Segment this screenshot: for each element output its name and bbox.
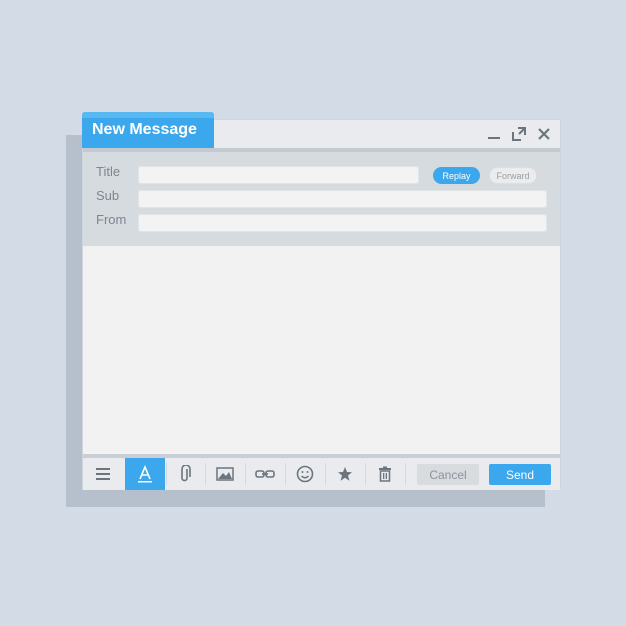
send-button[interactable]: Send [489, 464, 551, 485]
forward-button[interactable]: Forward [489, 167, 537, 184]
link-icon[interactable] [245, 458, 285, 490]
replay-button[interactable]: Replay [433, 167, 480, 184]
trash-icon[interactable] [365, 458, 405, 490]
minimize-icon[interactable] [486, 126, 502, 142]
window-controls [486, 126, 552, 142]
from-field[interactable] [138, 214, 547, 232]
title-label: Title [96, 164, 121, 179]
title-field[interactable] [138, 166, 419, 184]
star-icon[interactable] [325, 458, 365, 490]
cancel-button[interactable]: Cancel [417, 464, 479, 485]
message-body[interactable] [83, 246, 560, 454]
window-title: New Message [92, 121, 197, 138]
attachment-icon[interactable] [165, 458, 205, 490]
new-message-tab[interactable]: New Message [82, 112, 214, 148]
compose-toolbar: Cancel Send [83, 454, 560, 490]
maximize-icon[interactable] [511, 126, 527, 142]
title-bar: New Message [82, 112, 560, 148]
menu-icon[interactable] [83, 458, 123, 490]
close-icon[interactable] [536, 126, 552, 142]
tab-highlight [82, 112, 214, 118]
message-header: Title Replay Forward Sub From [83, 148, 560, 246]
image-icon[interactable] [205, 458, 245, 490]
sub-label: Sub [96, 188, 120, 203]
compose-window: New Message Title Replay Forward Sub Fro… [82, 112, 561, 490]
emoji-icon[interactable] [285, 458, 325, 490]
toolbar-divider [405, 463, 406, 485]
sub-field[interactable] [138, 190, 547, 208]
from-label: From [96, 212, 127, 227]
text-format-icon[interactable] [125, 458, 165, 490]
